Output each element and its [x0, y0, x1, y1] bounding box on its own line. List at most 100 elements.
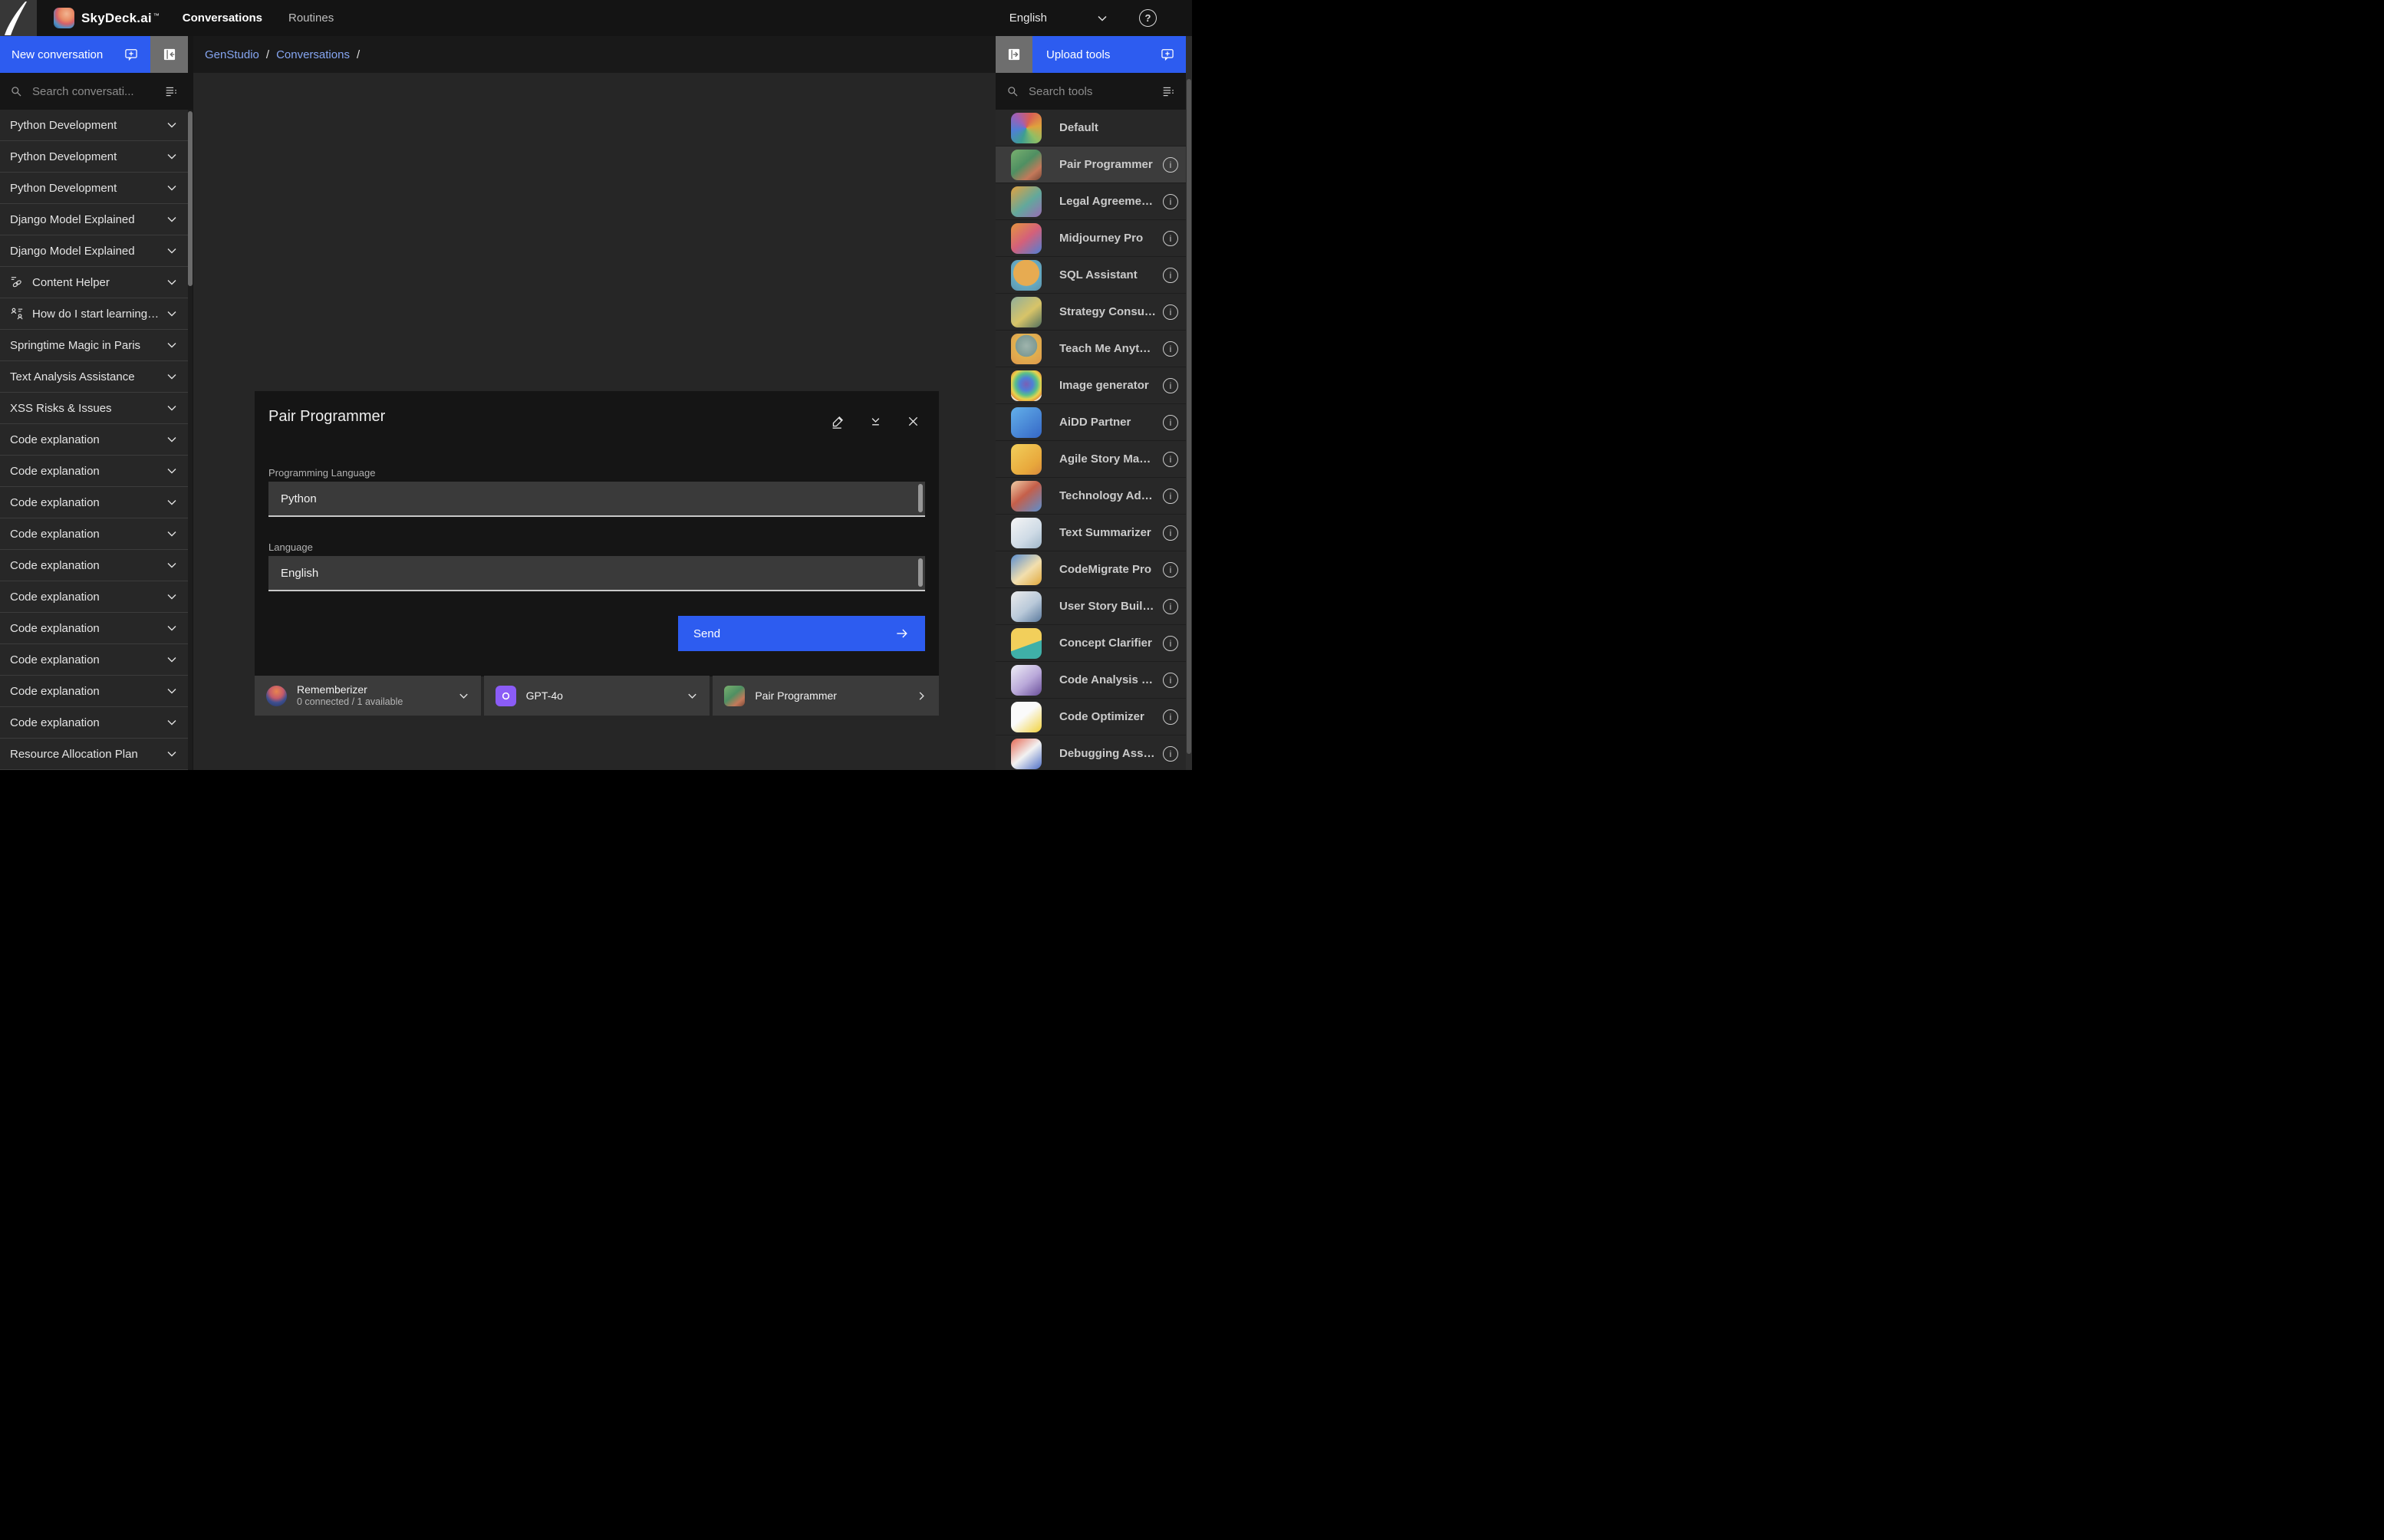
- tools-search-input[interactable]: [1027, 84, 1162, 99]
- tool-list-item[interactable]: Midjourney Pro i: [996, 220, 1186, 257]
- info-icon[interactable]: i: [1163, 746, 1178, 762]
- minimize-chevron-icon[interactable]: [868, 414, 883, 429]
- left-scrollbar-thumb[interactable]: [188, 111, 193, 286]
- assistant-selector[interactable]: Pair Programmer: [713, 676, 939, 716]
- right-scrollbar-thumb[interactable]: [1187, 79, 1191, 754]
- info-icon[interactable]: i: [1163, 489, 1178, 504]
- chevron-down-icon[interactable]: [166, 182, 178, 194]
- conversation-list-item[interactable]: How do I start learning T...: [0, 298, 188, 330]
- tab-conversations[interactable]: Conversations: [181, 7, 264, 29]
- chevron-down-icon[interactable]: [166, 622, 178, 634]
- chevron-down-icon[interactable]: [166, 591, 178, 603]
- tool-list-item[interactable]: Text Summarizer i: [996, 515, 1186, 551]
- chevron-down-icon[interactable]: [166, 559, 178, 571]
- info-icon[interactable]: i: [1163, 194, 1178, 209]
- corner-logo[interactable]: [0, 0, 37, 36]
- tool-list-item[interactable]: Code Optimizer i: [996, 699, 1186, 735]
- collapse-right-sidebar-button[interactable]: [996, 36, 1032, 73]
- upload-tools-button[interactable]: Upload tools: [1032, 36, 1186, 73]
- conversation-list-item[interactable]: Python Development: [0, 173, 188, 204]
- chevron-down-icon[interactable]: [166, 150, 178, 163]
- chevron-down-icon[interactable]: [166, 119, 178, 131]
- conversation-list-item[interactable]: XSS Risks & Issues: [0, 393, 188, 424]
- tool-list-item[interactable]: CodeMigrate Pro i: [996, 551, 1186, 588]
- conversation-list-item[interactable]: Python Development: [0, 110, 188, 141]
- conversation-list-item[interactable]: Code explanation: [0, 581, 188, 613]
- filter-list-icon[interactable]: [1162, 85, 1175, 98]
- send-button[interactable]: Send: [678, 616, 925, 651]
- plugin-selector[interactable]: Rememberizer 0 connected / 1 available: [255, 676, 481, 716]
- chevron-down-icon[interactable]: [166, 716, 178, 729]
- brand[interactable]: SkyDeck.ai ™: [54, 8, 160, 28]
- edit-pencil-icon[interactable]: [831, 414, 845, 429]
- conversation-list-item[interactable]: Text Analysis Assistance: [0, 361, 188, 393]
- info-icon[interactable]: i: [1163, 525, 1178, 541]
- tool-list-item[interactable]: Image generator i: [996, 367, 1186, 404]
- info-icon[interactable]: i: [1163, 341, 1178, 357]
- tool-list-item[interactable]: Code Analysis Tool i: [996, 662, 1186, 699]
- chevron-down-icon[interactable]: [166, 245, 178, 257]
- chevron-down-icon[interactable]: [166, 276, 178, 288]
- info-icon[interactable]: i: [1163, 452, 1178, 467]
- tool-list-item[interactable]: Agile Story Master i: [996, 441, 1186, 478]
- chevron-down-icon[interactable]: [166, 370, 178, 383]
- conversation-list-item[interactable]: Springtime Magic in Paris: [0, 330, 188, 361]
- breadcrumb-genstudio-link[interactable]: GenStudio: [205, 48, 259, 61]
- conversation-list-item[interactable]: Code explanation: [0, 613, 188, 644]
- tool-list-item[interactable]: Technology Advisor i: [996, 478, 1186, 515]
- chevron-down-icon[interactable]: [166, 496, 178, 508]
- info-icon[interactable]: i: [1163, 636, 1178, 651]
- conversation-search-input[interactable]: [31, 84, 165, 99]
- tool-list-item[interactable]: Default i: [996, 110, 1186, 146]
- conversation-list-item[interactable]: Code explanation: [0, 676, 188, 707]
- info-icon[interactable]: i: [1163, 378, 1178, 393]
- tool-list-item[interactable]: Teach Me Anything i: [996, 331, 1186, 367]
- language-selector-value[interactable]: English: [1009, 12, 1047, 25]
- tool-list-item[interactable]: Strategy Consulta... i: [996, 294, 1186, 331]
- conversation-list-item[interactable]: Code explanation: [0, 707, 188, 739]
- conversation-list-item[interactable]: Resource Allocation Plan: [0, 739, 188, 770]
- info-icon[interactable]: i: [1163, 673, 1178, 688]
- info-icon[interactable]: i: [1163, 599, 1178, 614]
- tool-list-item[interactable]: Concept Clarifier i: [996, 625, 1186, 662]
- tool-list-item[interactable]: Debugging Assist... i: [996, 735, 1186, 770]
- conversation-list-item[interactable]: Code explanation: [0, 424, 188, 456]
- tool-list-item[interactable]: Pair Programmer i: [996, 146, 1186, 183]
- model-selector[interactable]: GPT-4o: [484, 676, 710, 716]
- info-icon[interactable]: i: [1163, 709, 1178, 725]
- new-conversation-button[interactable]: New conversation: [0, 36, 150, 73]
- tool-list-item[interactable]: AiDD Partner i: [996, 404, 1186, 441]
- language-field[interactable]: English: [268, 556, 925, 591]
- chevron-down-icon[interactable]: [166, 748, 178, 760]
- chevron-down-icon[interactable]: [166, 685, 178, 697]
- field-scrollbar-thumb[interactable]: [918, 484, 923, 512]
- chevron-down-icon[interactable]: [166, 402, 178, 414]
- info-icon[interactable]: i: [1163, 231, 1178, 246]
- chevron-down-icon[interactable]: [166, 339, 178, 351]
- info-icon[interactable]: i: [1163, 268, 1178, 283]
- info-icon[interactable]: i: [1163, 157, 1178, 173]
- help-icon[interactable]: ?: [1139, 9, 1157, 27]
- conversation-list-item[interactable]: Django Model Explained: [0, 204, 188, 235]
- conversation-list-item[interactable]: Code explanation: [0, 487, 188, 518]
- collapse-left-sidebar-button[interactable]: [150, 36, 188, 73]
- filter-list-icon[interactable]: [165, 85, 178, 98]
- conversation-list-item[interactable]: Code explanation: [0, 518, 188, 550]
- tool-list-item[interactable]: Legal Agreement ... i: [996, 183, 1186, 220]
- chevron-down-icon[interactable]: [166, 433, 178, 446]
- chevron-down-icon[interactable]: [166, 308, 178, 320]
- conversation-list-item[interactable]: Code explanation: [0, 456, 188, 487]
- conversation-list-item[interactable]: Code explanation: [0, 644, 188, 676]
- chevron-down-icon[interactable]: [166, 528, 178, 540]
- tool-list-item[interactable]: SQL Assistant i: [996, 257, 1186, 294]
- programming-language-field[interactable]: Python: [268, 482, 925, 517]
- conversation-list-item[interactable]: Python Development: [0, 141, 188, 173]
- conversation-list-item[interactable]: Django Model Explained: [0, 235, 188, 267]
- info-icon[interactable]: i: [1163, 562, 1178, 578]
- chevron-down-icon[interactable]: [166, 653, 178, 666]
- close-icon[interactable]: [906, 414, 920, 429]
- conversation-list-item[interactable]: Code explanation: [0, 550, 188, 581]
- breadcrumb-conversations-link[interactable]: Conversations: [276, 48, 350, 61]
- chevron-down-icon[interactable]: [166, 465, 178, 477]
- info-icon[interactable]: i: [1163, 415, 1178, 430]
